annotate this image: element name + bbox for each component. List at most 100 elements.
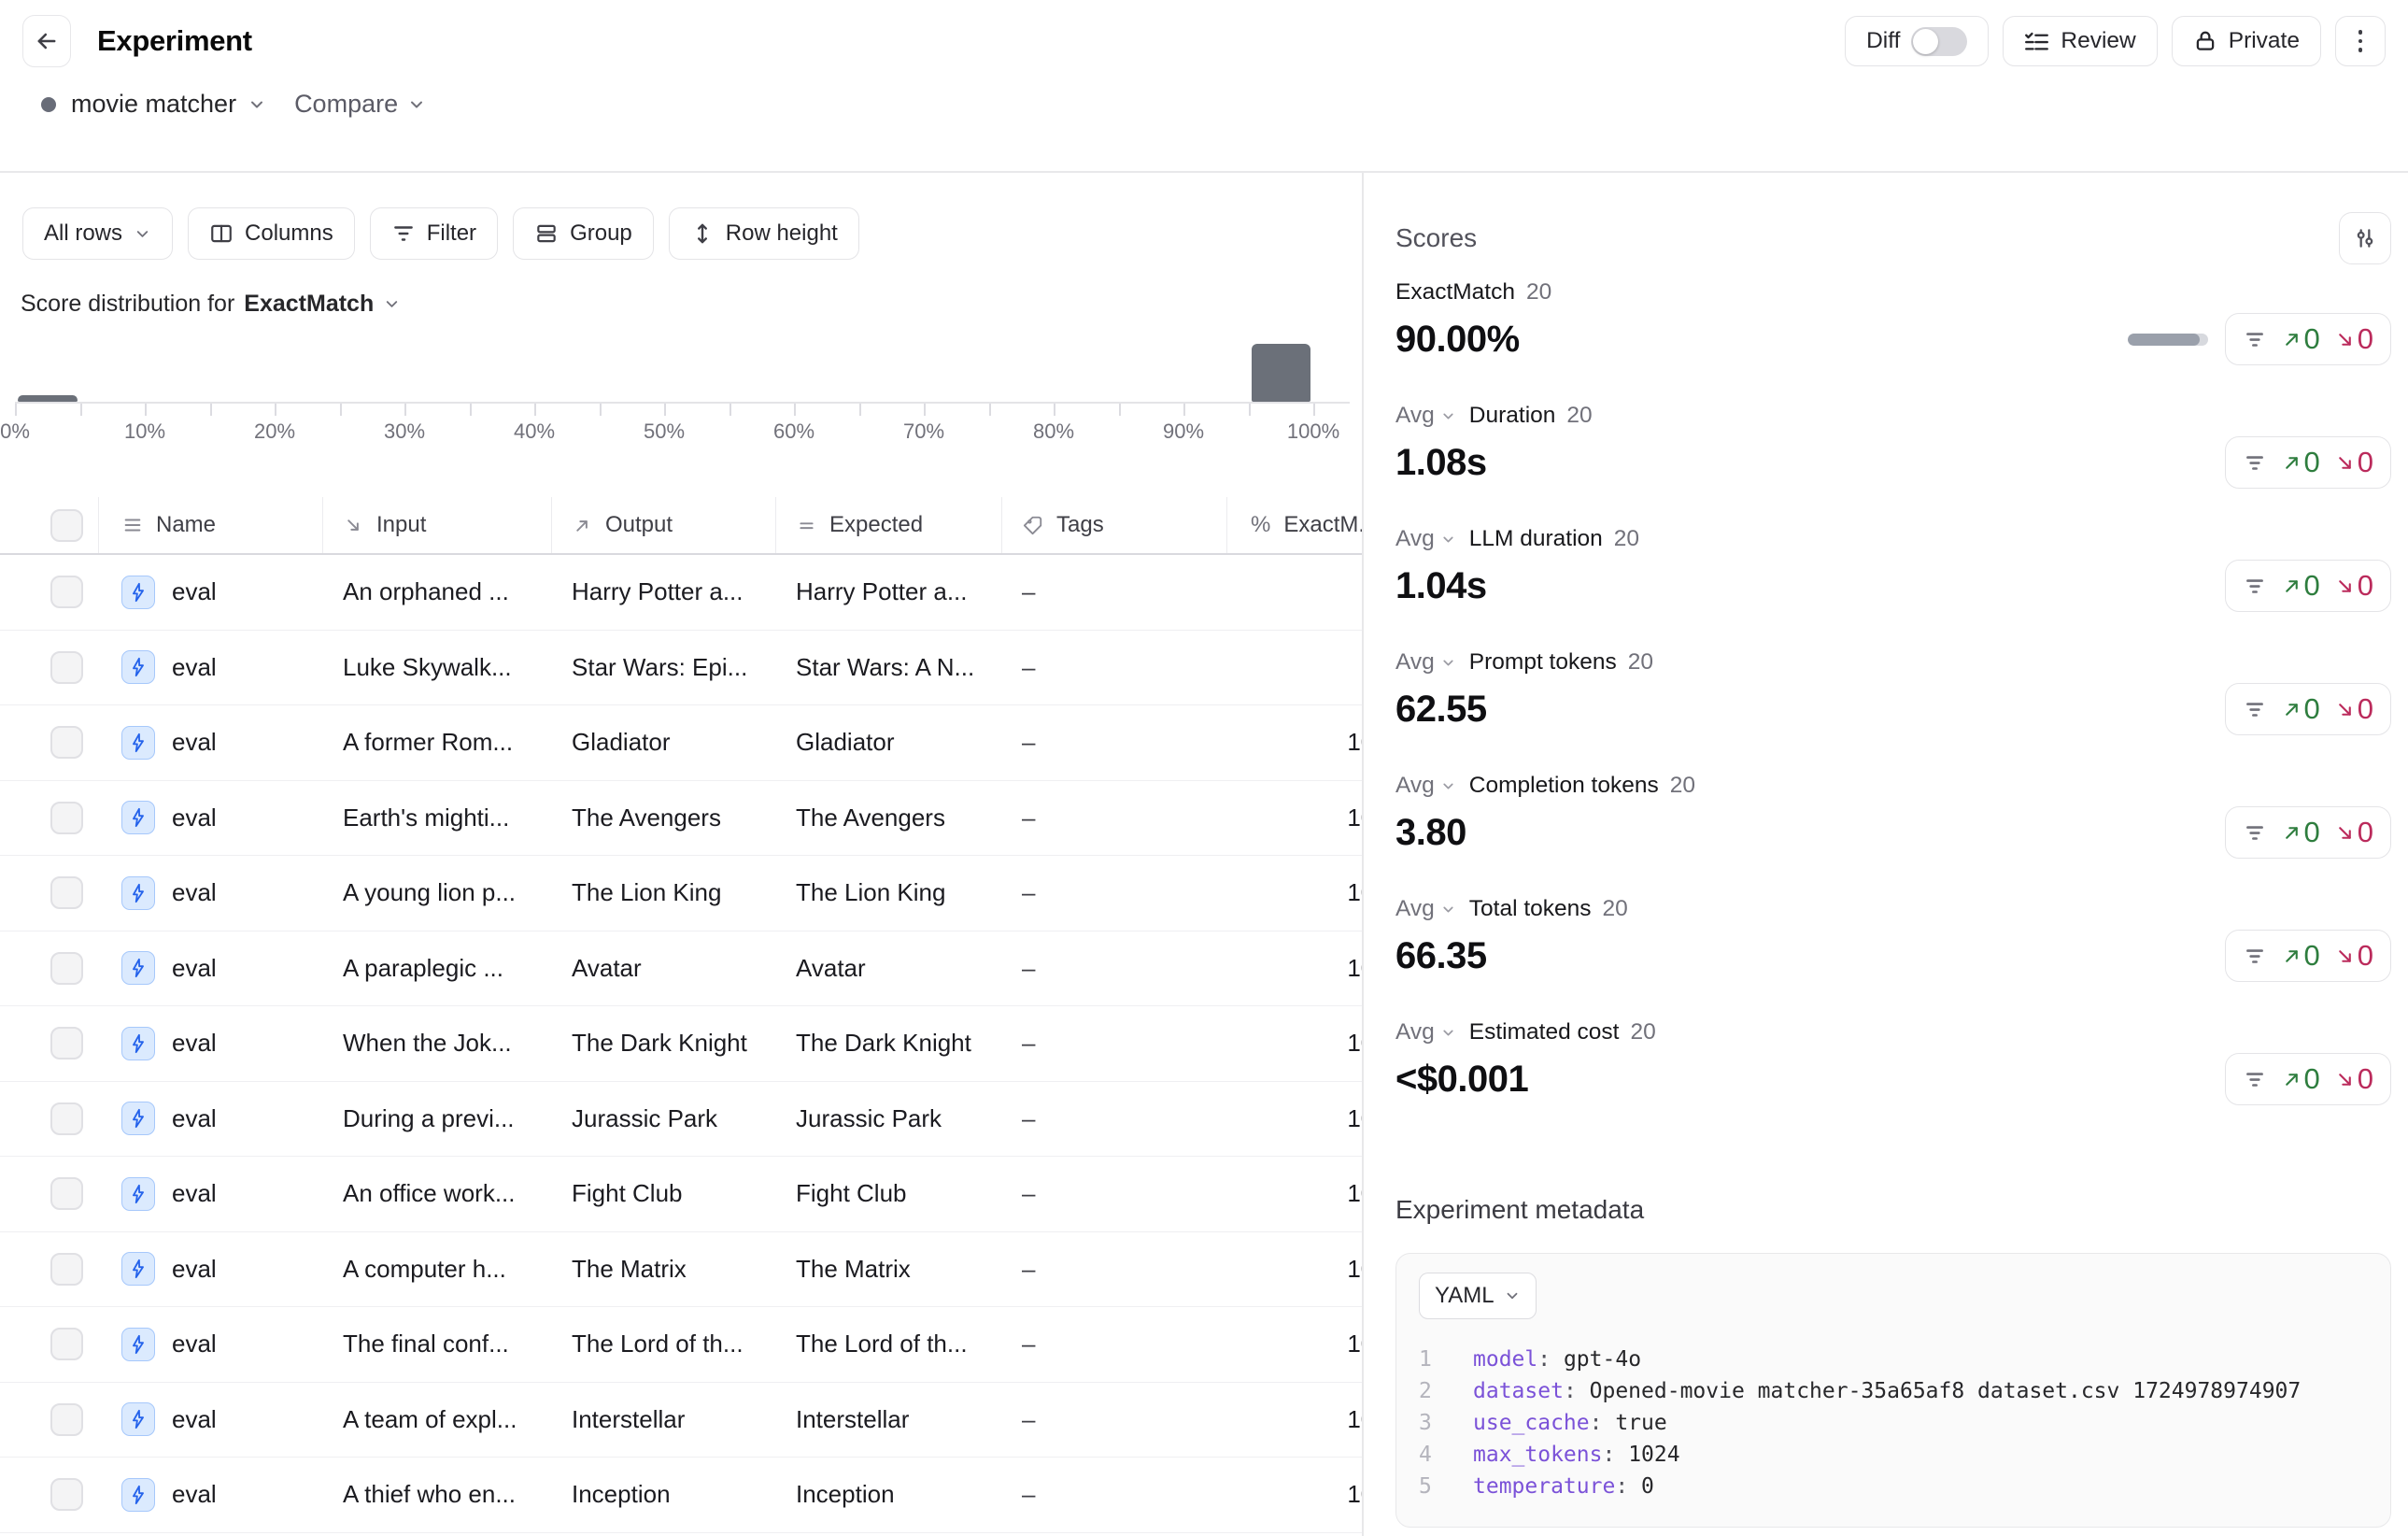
table-row[interactable]: evalA team of expl...InterstellarInterst… (0, 1383, 1362, 1458)
scores-settings-button[interactable] (2339, 212, 2391, 264)
row-checkbox[interactable] (50, 1027, 83, 1060)
metadata-title: Experiment metadata (1395, 1195, 2391, 1229)
row-checkbox[interactable] (50, 1253, 83, 1286)
aggregator-selector[interactable]: Avg (1395, 649, 1456, 676)
table-row[interactable]: evalLuke Skywalk...Star Wars: Epi...Star… (0, 631, 1362, 706)
table-row[interactable]: evalA young lion p...The Lion KingThe Li… (0, 856, 1362, 932)
row-checkbox[interactable] (50, 651, 83, 684)
metric-comparison-pill[interactable]: 00 (2225, 560, 2392, 612)
row-checkbox[interactable] (50, 576, 83, 608)
row-name: eval (172, 878, 217, 907)
compare-label: Compare (294, 90, 398, 119)
row-input: When the Jok... (322, 1006, 551, 1081)
histogram-bar[interactable] (1252, 344, 1311, 402)
row-name: eval (172, 1405, 217, 1434)
improvements-count: 0 (2282, 322, 2320, 356)
aggregator-selector[interactable]: Avg (1395, 403, 1456, 429)
metric-name: Estimated cost (1469, 1019, 1620, 1045)
column-header-expected[interactable]: Expected (775, 497, 1001, 553)
page-header: Experiment Diff Review Private (0, 0, 2408, 173)
table-row[interactable]: evalA paraplegic ...AvatarAvatar–100.00% (0, 932, 1362, 1007)
row-name: eval (172, 728, 217, 757)
metric-comparison-pill[interactable]: 00 (2225, 436, 2392, 489)
experiment-selector[interactable]: movie matcher (71, 90, 266, 119)
table-row[interactable]: evalDuring a previ...Jurassic ParkJurass… (0, 1082, 1362, 1158)
aggregator-selector[interactable]: Avg (1395, 1019, 1456, 1045)
row-checkbox[interactable] (50, 952, 83, 985)
table-row[interactable]: evalA computer h...The MatrixThe Matrix–… (0, 1232, 1362, 1308)
row-checkbox[interactable] (50, 1102, 83, 1135)
row-checkbox[interactable] (50, 1177, 83, 1210)
aggregator-selector[interactable]: Avg (1395, 526, 1456, 552)
eval-bolt-icon (121, 951, 155, 985)
private-label: Private (2229, 28, 2300, 54)
metric-value: 62.55 (1395, 689, 1487, 731)
review-button[interactable]: Review (2003, 16, 2157, 66)
rows-filter-label: All rows (44, 220, 122, 247)
column-header-input[interactable]: Input (322, 497, 551, 553)
select-all-checkbox[interactable] (50, 509, 83, 542)
diff-toggle-switch[interactable] (1911, 27, 1967, 56)
score-distribution-selector[interactable]: Score distribution for ExactMatch (21, 288, 1362, 320)
back-button[interactable] (22, 15, 71, 67)
row-score: 100.00% (1226, 1006, 1362, 1081)
row-height-button[interactable]: Row height (669, 207, 859, 260)
histogram-bar[interactable] (18, 395, 78, 402)
metadata-format-selector[interactable]: YAML (1419, 1273, 1537, 1319)
column-header-name[interactable]: Name (98, 497, 322, 553)
column-header-tags[interactable]: Tags (1001, 497, 1226, 553)
metric-value: 66.35 (1395, 935, 1487, 977)
metric-comparison-pill[interactable]: 00 (2225, 313, 2392, 365)
rows-filter-button[interactable]: All rows (22, 207, 173, 260)
row-score: 100.00% (1226, 1232, 1362, 1307)
row-output: Harry Potter a... (551, 555, 775, 630)
column-header-exactmatch[interactable]: % ExactM... (1226, 497, 1362, 553)
row-score: 0.00% (1226, 631, 1362, 705)
row-checkbox[interactable] (50, 802, 83, 834)
row-name: eval (172, 1179, 217, 1208)
row-name: eval (172, 653, 217, 682)
row-checkbox[interactable] (50, 1328, 83, 1360)
column-header-output[interactable]: Output (551, 497, 775, 553)
metric-comparison-pill[interactable]: 00 (2225, 806, 2392, 859)
compare-selector[interactable]: Compare (294, 90, 426, 119)
row-expected: The Matrix (775, 1232, 1001, 1307)
distribution-label: Score distribution for (21, 291, 234, 318)
aggregator-label: Avg (1395, 403, 1435, 429)
columns-button[interactable]: Columns (188, 207, 355, 260)
metric-comparison-pill[interactable]: 00 (2225, 930, 2392, 982)
aggregator-selector[interactable]: Avg (1395, 896, 1456, 922)
table-row[interactable]: evalWhen the Jok...The Dark KnightThe Da… (0, 1006, 1362, 1082)
histogram-x-axis (15, 402, 1350, 416)
table-row[interactable]: evalEarth's mighti...The AvengersThe Ave… (0, 781, 1362, 857)
score-metric-duration: AvgDuration201.08s00 (1395, 403, 2391, 489)
row-tags: – (1001, 781, 1226, 856)
diff-toggle-button[interactable]: Diff (1845, 16, 1989, 66)
row-tags: – (1001, 555, 1226, 630)
row-checkbox[interactable] (50, 1403, 83, 1436)
results-section: All rows Columns Filter (0, 173, 1362, 1536)
filter-button[interactable]: Filter (370, 207, 498, 260)
metric-count: 20 (1670, 773, 1695, 799)
row-checkbox[interactable] (50, 876, 83, 909)
arrow-left-icon (34, 28, 60, 54)
row-expected: Interstellar (775, 1383, 1001, 1458)
table-row[interactable]: evalA former Rom...GladiatorGladiator–10… (0, 705, 1362, 781)
row-checkbox[interactable] (50, 726, 83, 759)
private-button[interactable]: Private (2172, 16, 2321, 66)
table-row[interactable]: evalThe final conf...The Lord of th...Th… (0, 1307, 1362, 1383)
table-row[interactable]: evalAn office work...Fight ClubFight Clu… (0, 1157, 1362, 1232)
row-name: eval (172, 1104, 217, 1133)
yaml-line: 4max_tokens: 1024 (1419, 1439, 2368, 1471)
group-button[interactable]: Group (513, 207, 654, 260)
metric-comparison-pill[interactable]: 00 (2225, 683, 2392, 735)
row-output: Inception (551, 1458, 775, 1532)
row-checkbox[interactable] (50, 1478, 83, 1511)
table-row[interactable]: evalAn orphaned ...Harry Potter a...Harr… (0, 555, 1362, 631)
metric-count: 20 (1614, 526, 1639, 552)
metric-comparison-pill[interactable]: 00 (2225, 1053, 2392, 1105)
aggregator-selector[interactable]: Avg (1395, 773, 1456, 799)
table-row[interactable]: evalA thief who en...InceptionInception–… (0, 1458, 1362, 1533)
more-options-button[interactable] (2335, 16, 2386, 66)
columns-icon (209, 221, 234, 246)
